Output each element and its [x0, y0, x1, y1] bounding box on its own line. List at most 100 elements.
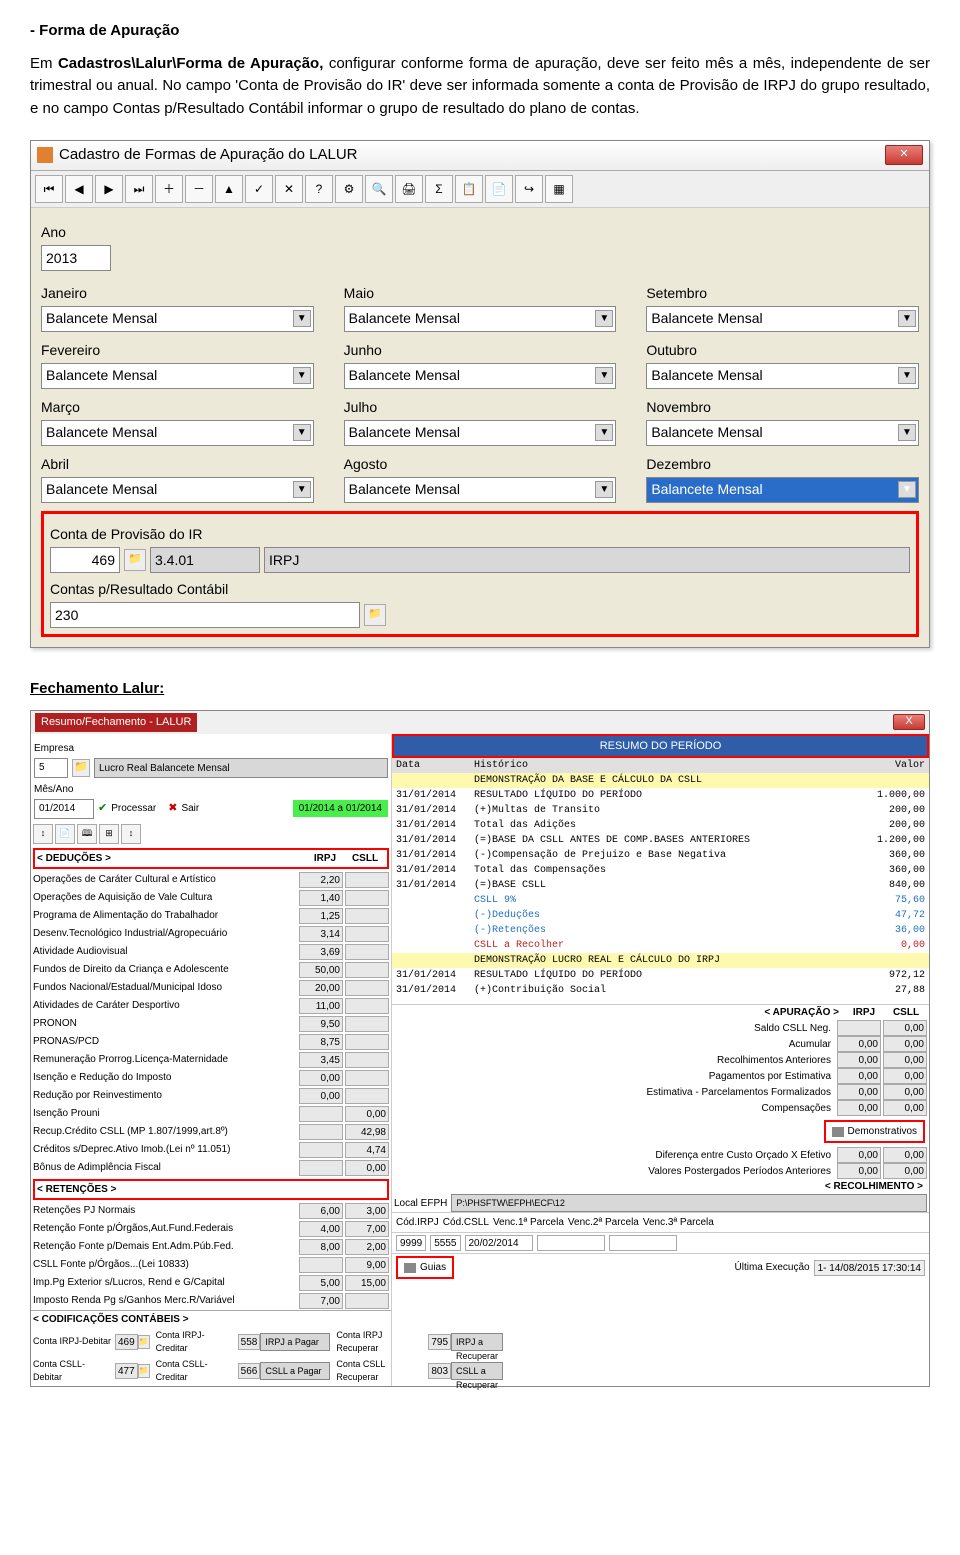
item-irpj[interactable]: 3,45 — [299, 1052, 343, 1068]
apur-irpj[interactable]: 0,00 — [837, 1084, 881, 1100]
item-irpj[interactable]: 3,14 — [299, 926, 343, 942]
item-irpj[interactable]: 2,20 — [299, 872, 343, 888]
search-icon[interactable]: 🔍 — [365, 175, 393, 203]
remove-icon[interactable]: － — [185, 175, 213, 203]
item-csll[interactable] — [345, 980, 389, 996]
item-csll[interactable] — [345, 1052, 389, 1068]
apur-csll[interactable]: 0,00 — [883, 1036, 927, 1052]
item-csll[interactable] — [345, 926, 389, 942]
item-irpj[interactable]: 1,40 — [299, 890, 343, 906]
mesano-input[interactable] — [34, 799, 94, 819]
lookup-icon[interactable]: 📁 — [364, 604, 386, 626]
nav-last-icon[interactable]: ⏭ — [125, 175, 153, 203]
item-csll[interactable] — [345, 1034, 389, 1050]
apur-csll[interactable]: 0,00 — [883, 1068, 927, 1084]
month-select[interactable]: Balancete Mensal ▼ — [646, 420, 919, 446]
item-irpj[interactable]: 11,00 — [299, 998, 343, 1014]
item-csll[interactable]: 3,00 — [345, 1203, 389, 1219]
demonstrativos-button[interactable]: Demonstrativos — [824, 1120, 925, 1143]
apur-csll[interactable]: 0,00 — [883, 1100, 927, 1116]
year-input[interactable] — [41, 245, 111, 271]
item-csll[interactable] — [345, 1088, 389, 1104]
month-select[interactable]: Balancete Mensal ▼ — [344, 363, 617, 389]
diff-irpj[interactable]: 0,00 — [837, 1147, 881, 1163]
nav-next-icon[interactable]: ▶ — [95, 175, 123, 203]
item-irpj[interactable] — [299, 1106, 343, 1122]
month-select[interactable]: Balancete Mensal ▼ — [41, 477, 314, 503]
month-select[interactable]: Balancete Mensal ▼ — [646, 363, 919, 389]
venc1-input[interactable]: 20/02/2014 — [465, 1235, 533, 1251]
month-select[interactable]: Balancete Mensal ▼ — [41, 306, 314, 332]
month-select[interactable]: Balancete Mensal ▼ — [344, 420, 617, 446]
item-irpj[interactable]: 50,00 — [299, 962, 343, 978]
item-csll[interactable]: 9,00 — [345, 1257, 389, 1273]
month-select[interactable]: Balancete Mensal ▼ — [344, 477, 617, 503]
guias-button[interactable]: Guias — [396, 1256, 454, 1279]
cancel-icon[interactable]: ✕ — [275, 175, 303, 203]
item-csll[interactable] — [345, 1070, 389, 1086]
item-csll[interactable] — [345, 944, 389, 960]
nav-prev-icon[interactable]: ◀ — [65, 175, 93, 203]
cod-irpj-input[interactable]: 9999 — [396, 1235, 426, 1251]
edit-icon[interactable]: ▲ — [215, 175, 243, 203]
item-irpj[interactable] — [299, 1142, 343, 1158]
item-csll[interactable] — [345, 890, 389, 906]
cod-csll-input[interactable]: 5555 — [430, 1235, 460, 1251]
tool-icon[interactable]: ↕ — [121, 824, 141, 844]
item-irpj[interactable]: 0,00 — [299, 1070, 343, 1086]
item-irpj[interactable]: 5,00 — [299, 1275, 343, 1291]
item-irpj[interactable] — [299, 1124, 343, 1140]
item-csll[interactable] — [345, 908, 389, 924]
item-irpj[interactable]: 4,00 — [299, 1221, 343, 1237]
tool-icon[interactable]: ↕ — [33, 824, 53, 844]
diff-irpj[interactable]: 0,00 — [837, 1163, 881, 1179]
conta-ir-num-input[interactable] — [50, 547, 120, 573]
tool-icon[interactable]: ⚙ — [335, 175, 363, 203]
help-icon[interactable]: ? — [305, 175, 333, 203]
diff-csll[interactable]: 0,00 — [883, 1147, 927, 1163]
month-select[interactable]: Balancete Mensal ▼ — [41, 363, 314, 389]
apur-irpj[interactable]: 0,00 — [837, 1068, 881, 1084]
month-select[interactable]: Balancete Mensal ▼ — [344, 306, 617, 332]
month-select[interactable]: Balancete Mensal ▼ — [646, 306, 919, 332]
item-irpj[interactable]: 7,00 — [299, 1293, 343, 1309]
sum-icon[interactable]: Σ — [425, 175, 453, 203]
item-irpj[interactable]: 9,50 — [299, 1016, 343, 1032]
cod-val[interactable]: 566 — [238, 1363, 261, 1379]
cod-val[interactable]: 477 — [115, 1363, 138, 1379]
lookup-icon[interactable]: 📁 — [124, 549, 146, 571]
apur-irpj[interactable] — [837, 1020, 881, 1036]
diff-csll[interactable]: 0,00 — [883, 1163, 927, 1179]
item-csll[interactable] — [345, 962, 389, 978]
copy-icon[interactable]: 📋 — [455, 175, 483, 203]
month-select[interactable]: Balancete Mensal ▼ — [41, 420, 314, 446]
venc2-input[interactable] — [537, 1235, 605, 1251]
add-icon[interactable]: ＋ — [155, 175, 183, 203]
item-csll[interactable]: 7,00 — [345, 1221, 389, 1237]
close-button[interactable]: ✕ — [885, 145, 923, 165]
item-csll[interactable]: 42,98 — [345, 1124, 389, 1140]
apur-irpj[interactable]: 0,00 — [837, 1052, 881, 1068]
print-icon[interactable]: 🖨 — [395, 175, 423, 203]
apur-irpj[interactable]: 0,00 — [837, 1100, 881, 1116]
processar-button[interactable]: Processar — [111, 801, 156, 816]
venc3-input[interactable] — [609, 1235, 677, 1251]
item-csll[interactable]: 4,74 — [345, 1142, 389, 1158]
grid-icon[interactable]: ▦ — [545, 175, 573, 203]
item-csll[interactable]: 2,00 — [345, 1239, 389, 1255]
close-button[interactable]: X — [893, 714, 925, 730]
item-csll[interactable] — [345, 1293, 389, 1309]
item-irpj[interactable]: 8,75 — [299, 1034, 343, 1050]
lookup-icon[interactable]: 📁 — [138, 1335, 150, 1349]
apur-csll[interactable]: 0,00 — [883, 1052, 927, 1068]
confirm-icon[interactable]: ✓ — [245, 175, 273, 203]
item-irpj[interactable]: 3,69 — [299, 944, 343, 960]
paste-icon[interactable]: 📄 — [485, 175, 513, 203]
apur-csll[interactable]: 0,00 — [883, 1084, 927, 1100]
tool-icon[interactable]: ⊞ — [99, 824, 119, 844]
apur-csll[interactable]: 0,00 — [883, 1020, 927, 1036]
contas-res-input[interactable] — [50, 602, 360, 628]
item-csll[interactable] — [345, 872, 389, 888]
item-irpj[interactable] — [299, 1160, 343, 1176]
empresa-num-input[interactable] — [34, 758, 68, 778]
